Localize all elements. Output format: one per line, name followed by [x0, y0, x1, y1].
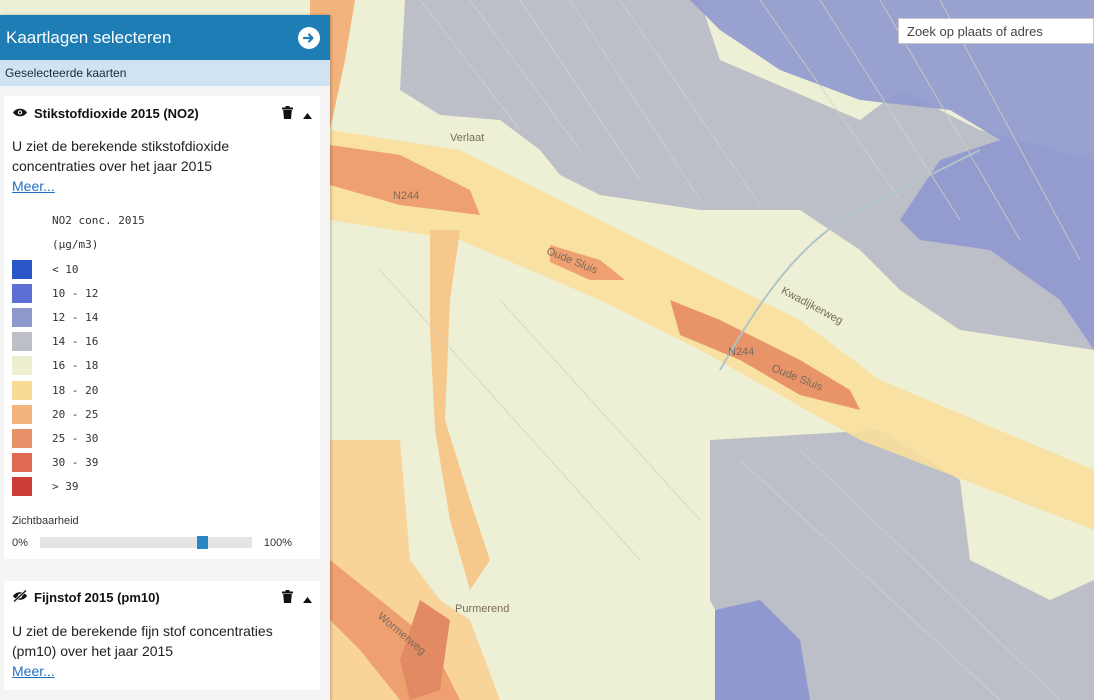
- layer-actions: [282, 588, 312, 607]
- legend-row: 30 - 39: [12, 451, 312, 475]
- map-label-road: N244: [728, 346, 755, 358]
- more-link[interactable]: Meer...: [12, 178, 55, 194]
- legend-swatch: [12, 356, 32, 376]
- legend: NO2 conc. 2015 (µg/m3) < 10 10 - 12 12 - 1…: [12, 209, 312, 499]
- legend-swatch: [12, 283, 32, 303]
- search-input[interactable]: [898, 18, 1094, 44]
- layer-description: U ziet de berekende fijn stof concentrat…: [12, 622, 273, 659]
- legend-label: 14 - 16: [52, 335, 99, 349]
- map-label-town: Purmerend: [455, 603, 510, 615]
- panel-header: Kaartlagen selecteren: [0, 15, 330, 60]
- legend-swatch: [12, 404, 32, 424]
- legend-title: NO2 conc. 2015: [52, 214, 145, 227]
- legend-row: 12 - 14: [12, 305, 312, 329]
- slider-thumb[interactable]: [196, 536, 208, 550]
- trash-icon[interactable]: [282, 104, 293, 123]
- layer-card-no2: Stikstofdioxide 2015 (NO2) U ziet de ber…: [4, 96, 320, 559]
- layer-actions: [282, 104, 312, 123]
- legend-label: 30 - 39: [52, 456, 99, 470]
- collapse-icon[interactable]: [303, 588, 312, 607]
- map-label-place: Verlaat: [450, 132, 485, 144]
- legend-label: 20 - 25: [52, 407, 99, 421]
- legend-swatch: [12, 477, 32, 497]
- legend-row: 25 - 30: [12, 426, 312, 450]
- legend-swatch: [12, 453, 32, 473]
- layer-title: Fijnstof 2015 (pm10): [34, 590, 160, 606]
- arrow-right-circle-icon[interactable]: [298, 26, 320, 49]
- collapse-icon[interactable]: [303, 104, 312, 123]
- legend-swatch: [12, 380, 32, 400]
- layer-title: Stikstofdioxide 2015 (NO2): [34, 105, 199, 121]
- legend-row: < 10: [12, 257, 312, 281]
- legend-swatch: [12, 259, 32, 279]
- more-link[interactable]: Meer...: [12, 663, 55, 679]
- eye-icon[interactable]: [12, 106, 28, 121]
- layer-header: Stikstofdioxide 2015 (NO2): [12, 102, 312, 124]
- layer-description: U ziet de berekende stikstofdioxide conc…: [12, 138, 230, 174]
- slider-min-label: 0%: [12, 536, 28, 549]
- legend-row: 20 - 25: [12, 402, 312, 426]
- legend-label: > 39: [52, 480, 79, 494]
- selected-maps-header: Geselecteerde kaarten: [0, 60, 330, 86]
- legend-label: 10 - 12: [52, 286, 99, 300]
- visibility-label: Zichtbaarheid: [12, 514, 79, 527]
- legend-label: < 10: [52, 262, 79, 276]
- layer-panel: Kaartlagen selecteren Geselecteerde kaar…: [0, 15, 330, 700]
- slider-track[interactable]: [39, 536, 252, 550]
- slider-max-label: 100%: [263, 536, 293, 549]
- legend-swatch: [12, 332, 32, 352]
- visibility-slider: 0% 100%: [12, 536, 312, 550]
- legend-row: 14 - 16: [12, 330, 312, 354]
- layer-header: Fijnstof 2015 (pm10): [12, 587, 312, 609]
- legend-label: 25 - 30: [52, 431, 99, 445]
- map-label-road: N244: [393, 190, 420, 202]
- legend-row: 10 - 12: [12, 281, 312, 305]
- legend-row: 18 - 20: [12, 378, 312, 402]
- panel-title: Kaartlagen selecteren: [6, 27, 172, 47]
- layer-name: Fijnstof 2015 (pm10): [12, 589, 160, 606]
- layer-card-pm10: Fijnstof 2015 (pm10) U ziet de berekende…: [4, 580, 320, 690]
- legend-row: 16 - 18: [12, 354, 312, 378]
- trash-icon[interactable]: [282, 588, 293, 607]
- legend-row: > 39: [12, 475, 312, 499]
- legend-swatch: [12, 428, 32, 448]
- legend-label: 18 - 20: [52, 383, 99, 397]
- legend-label: 12 - 14: [52, 310, 99, 324]
- legend-label: 16 - 18: [52, 359, 99, 373]
- eye-slash-icon[interactable]: [12, 589, 28, 605]
- legend-swatch: [12, 307, 32, 327]
- legend-unit: (µg/m3): [52, 238, 99, 251]
- layer-name: Stikstofdioxide 2015 (NO2): [12, 106, 199, 121]
